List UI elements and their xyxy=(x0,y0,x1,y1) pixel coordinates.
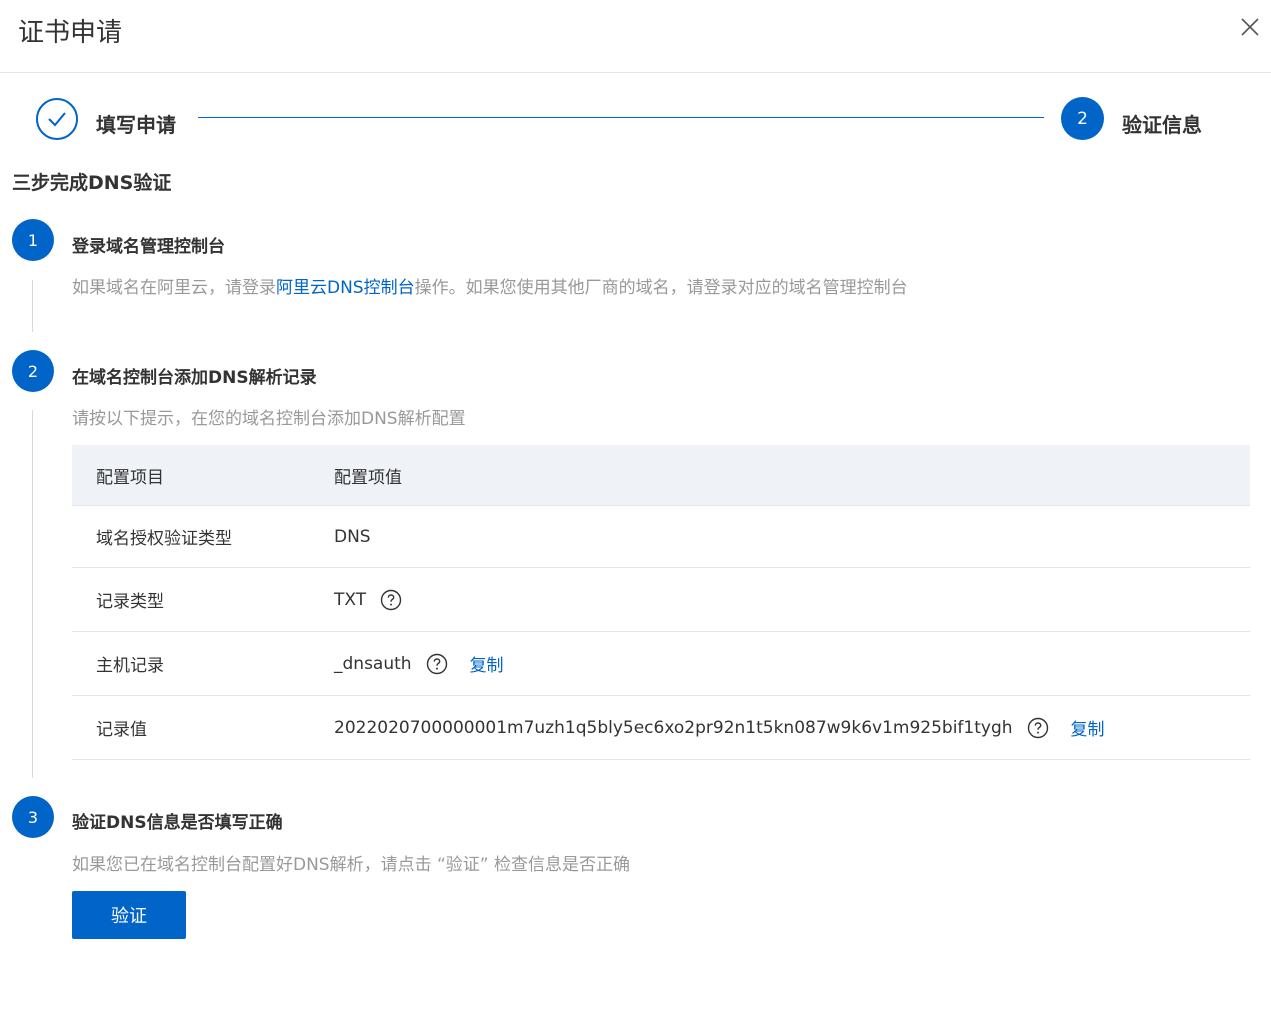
column-header-item: 配置项目 xyxy=(96,467,164,488)
item-2-description: 请按以下提示，在您的域名控制台添加DNS解析配置 xyxy=(72,409,466,429)
step-1-done-indicator xyxy=(36,98,78,140)
item-3-description: 如果您已在域名控制台配置好DNS解析，请点击 “验证” 检查信息是否正确 xyxy=(72,855,631,875)
item-1-desc-text: 如果域名在阿里云，请登录 xyxy=(72,278,276,298)
item-2-number-badge: 2 xyxy=(12,350,54,392)
step-connector-line xyxy=(198,117,1044,118)
row-value: DNS xyxy=(334,526,371,547)
table-header-row: 配置项目 配置项值 xyxy=(72,445,1250,506)
item-3-title: 验证DNS信息是否填写正确 xyxy=(72,813,283,833)
timeline-line-2 xyxy=(32,410,33,778)
row-key: 主机记录 xyxy=(96,656,164,676)
stepper: 填写申请 2 验证信息 xyxy=(0,73,1271,163)
item-1-title: 登录域名管理控制台 xyxy=(72,237,225,257)
item-1-desc-text-tail: 操作。如果您使用其他厂商的域名，请登录对应的域名管理控制台 xyxy=(414,278,908,298)
row-value-cell: _dnsauth 复制 xyxy=(334,632,504,695)
step-1-label: 填写申请 xyxy=(96,113,176,137)
step-2-indicator: 2 xyxy=(1061,97,1104,140)
copy-host-record-link[interactable]: 复制 xyxy=(470,651,504,676)
timeline-line-1 xyxy=(32,280,33,332)
dialog-title: 证书申请 xyxy=(18,18,123,48)
row-value: TXT xyxy=(334,589,367,610)
dns-config-table: 配置项目 配置项值 域名授权验证类型 DNS 记录类型 TXT 主机记录 _dn… xyxy=(72,445,1250,760)
item-2-title: 在域名控制台添加DNS解析记录 xyxy=(72,368,317,388)
table-row: 记录值 2022020700000001m7uzh1q5bly5ec6xo2pr… xyxy=(72,696,1250,760)
row-key: 记录类型 xyxy=(96,592,164,612)
table-row: 主机记录 _dnsauth 复制 xyxy=(72,632,1250,696)
table-row: 记录类型 TXT xyxy=(72,568,1250,632)
table-row: 域名授权验证类型 DNS xyxy=(72,506,1250,568)
row-key: 记录值 xyxy=(96,720,147,740)
help-icon[interactable] xyxy=(426,653,448,675)
help-icon[interactable] xyxy=(380,589,402,611)
item-3-number-badge: 3 xyxy=(12,796,54,838)
row-value: _dnsauth xyxy=(334,653,412,674)
row-value-cell: TXT xyxy=(334,568,402,631)
verify-button[interactable]: 验证 xyxy=(72,891,186,939)
item-1-description: 如果域名在阿里云，请登录阿里云DNS控制台操作。如果您使用其他厂商的域名，请登录… xyxy=(72,273,908,298)
alidns-console-link[interactable]: 阿里云DNS控制台 xyxy=(276,278,415,298)
column-header-value: 配置项值 xyxy=(334,467,402,488)
close-icon xyxy=(1241,18,1259,36)
dialog-header: 证书申请 xyxy=(0,0,1271,73)
check-icon xyxy=(48,112,66,127)
close-button[interactable] xyxy=(1237,14,1263,40)
row-value: 2022020700000001m7uzh1q5bly5ec6xo2pr92n1… xyxy=(334,717,1013,738)
copy-record-value-link[interactable]: 复制 xyxy=(1071,715,1105,740)
row-key: 域名授权验证类型 xyxy=(96,529,232,549)
step-2-label: 验证信息 xyxy=(1122,113,1202,137)
row-value-cell: 2022020700000001m7uzh1q5bly5ec6xo2pr92n1… xyxy=(334,696,1105,759)
item-1-number-badge: 1 xyxy=(12,219,54,261)
section-title: 三步完成DNS验证 xyxy=(12,172,172,194)
help-icon[interactable] xyxy=(1027,717,1049,739)
